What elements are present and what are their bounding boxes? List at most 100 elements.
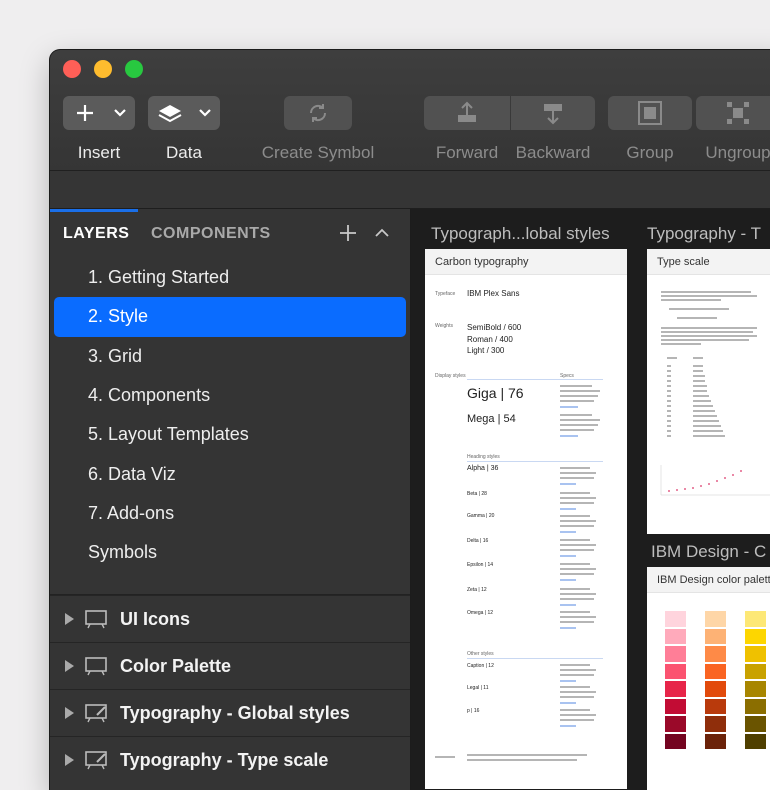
artboard-title-typography-global[interactable]: Typograph...lobal styles [431,224,610,244]
disclosure-triangle-icon[interactable] [65,613,74,625]
group-icon [638,101,662,125]
refresh-symbol-icon [309,104,327,122]
layer-typography-global[interactable]: Typography - Global styles [50,689,410,736]
layer-label: Typography - Global styles [120,702,350,723]
color-swatch [665,646,686,662]
backward-button[interactable] [511,96,595,130]
color-swatch [745,698,766,714]
color-swatch [745,611,766,627]
color-swatch [745,716,766,732]
artboard-pencil-icon [85,751,107,770]
backward-label: Backward [515,143,591,162]
color-swatch [745,663,766,679]
artboard-pencil-icon [85,704,107,723]
page-data-viz[interactable]: 6. Data Viz [54,454,406,493]
color-swatch [665,698,686,714]
color-swatch [665,681,686,697]
group-label: Group [626,143,674,162]
ungroup-tool[interactable]: Ungroup [696,96,770,162]
insert-button[interactable] [63,96,135,130]
backward-tool[interactable]: Backward [511,96,595,162]
layer-color-palette[interactable]: Color Palette [50,642,410,689]
minimize-window-button[interactable] [94,60,112,78]
ungroup-label: Ungroup [705,143,770,162]
group-button[interactable] [608,96,692,130]
layer-typography-type-scale[interactable]: Typography - Type scale [50,736,410,783]
red-swatch-column [665,611,686,751]
spec-text-blocks [435,385,600,761]
color-swatch [665,628,686,644]
data-label: Data [166,143,202,162]
page-components[interactable]: 4. Components [54,376,406,415]
group-tool[interactable]: Group [608,96,692,162]
inspector-bar [50,171,770,209]
color-swatch [665,733,686,749]
artboard-title-ibm-design-color[interactable]: IBM Design - C [651,542,766,562]
create-symbol-button[interactable] [284,96,352,130]
layers-sidebar: LAYERS COMPONENTS 1. Getting Started 2. … [50,209,411,790]
canvas[interactable]: Typograph...lobal styles Typography - T … [411,209,770,790]
color-swatch [705,663,726,679]
data-tool[interactable]: Data [148,96,220,162]
send-backward-icon [544,104,562,125]
layers-stack-icon [158,105,211,123]
color-swatch [745,733,766,749]
color-swatch [705,681,726,697]
color-swatch [705,698,726,714]
artboard-header: IBM Design color palett [647,567,770,593]
create-symbol-tool[interactable]: Create Symbol [262,96,374,162]
plus-icon [77,105,126,121]
ungroup-button[interactable] [696,96,770,130]
page-list: 1. Getting Started 2. Style 3. Grid 4. C… [50,258,410,572]
maximize-window-button[interactable] [125,60,143,78]
create-symbol-label: Create Symbol [261,143,375,162]
active-tab-indicator [50,209,138,212]
color-swatch [705,646,726,662]
artboard-title-typography-type-scale[interactable]: Typography - T [647,224,761,244]
disclosure-triangle-icon[interactable] [65,754,74,766]
layer-label: Typography - Type scale [120,749,329,770]
page-style[interactable]: 2. Style [54,297,406,337]
forward-tool[interactable]: Forward [424,96,510,162]
page-symbols[interactable]: Symbols [54,533,406,572]
layer-label: UI Icons [120,608,191,629]
app-window: Insert Data Create Symbol Forward Backwa… [50,50,770,790]
color-swatch [665,663,686,679]
artboard-typography-global-styles[interactable]: Carbon typography Typeface IBM Plex Sans… [425,249,627,789]
color-swatch [745,646,766,662]
color-swatch [665,716,686,732]
data-button[interactable] [148,96,220,130]
orange-swatch-column [705,611,726,751]
close-window-button[interactable] [63,60,81,78]
toolbar: Insert Data Create Symbol Forward Backwa… [50,50,770,171]
bring-forward-icon [458,101,476,122]
color-swatch [705,733,726,749]
add-page-icon[interactable] [338,223,358,249]
yellow-swatch-column [745,611,766,751]
artboard-header: Type scale [647,249,770,275]
collapse-pages-icon[interactable] [372,223,392,249]
page-add-ons[interactable]: 7. Add-ons [54,494,406,533]
ungroup-icon [727,102,749,124]
artboard-icon [85,657,107,676]
forward-button[interactable] [424,96,510,130]
page-getting-started[interactable]: 1. Getting Started [54,258,406,297]
insert-label: Insert [77,143,121,162]
artboard-icon [85,610,107,629]
color-swatch [705,611,726,627]
color-swatch [705,628,726,644]
tab-components[interactable]: COMPONENTS [151,225,271,243]
insert-tool[interactable]: Insert [63,96,135,162]
tab-layers[interactable]: LAYERS [63,225,129,243]
page-layout-templates[interactable]: 5. Layout Templates [54,415,406,454]
disclosure-triangle-icon[interactable] [65,660,74,672]
layer-ui-icons[interactable]: UI Icons [50,595,410,642]
color-swatch [665,611,686,627]
forward-label: Forward [435,143,499,162]
artboard-typography-type-scale[interactable]: Type scale [647,249,770,534]
page-grid[interactable]: 3. Grid [54,337,406,376]
artboard-ibm-design-color-palette[interactable]: IBM Design color palett [647,567,770,790]
color-swatch [745,681,766,697]
color-swatch [745,628,766,644]
disclosure-triangle-icon[interactable] [65,707,74,719]
